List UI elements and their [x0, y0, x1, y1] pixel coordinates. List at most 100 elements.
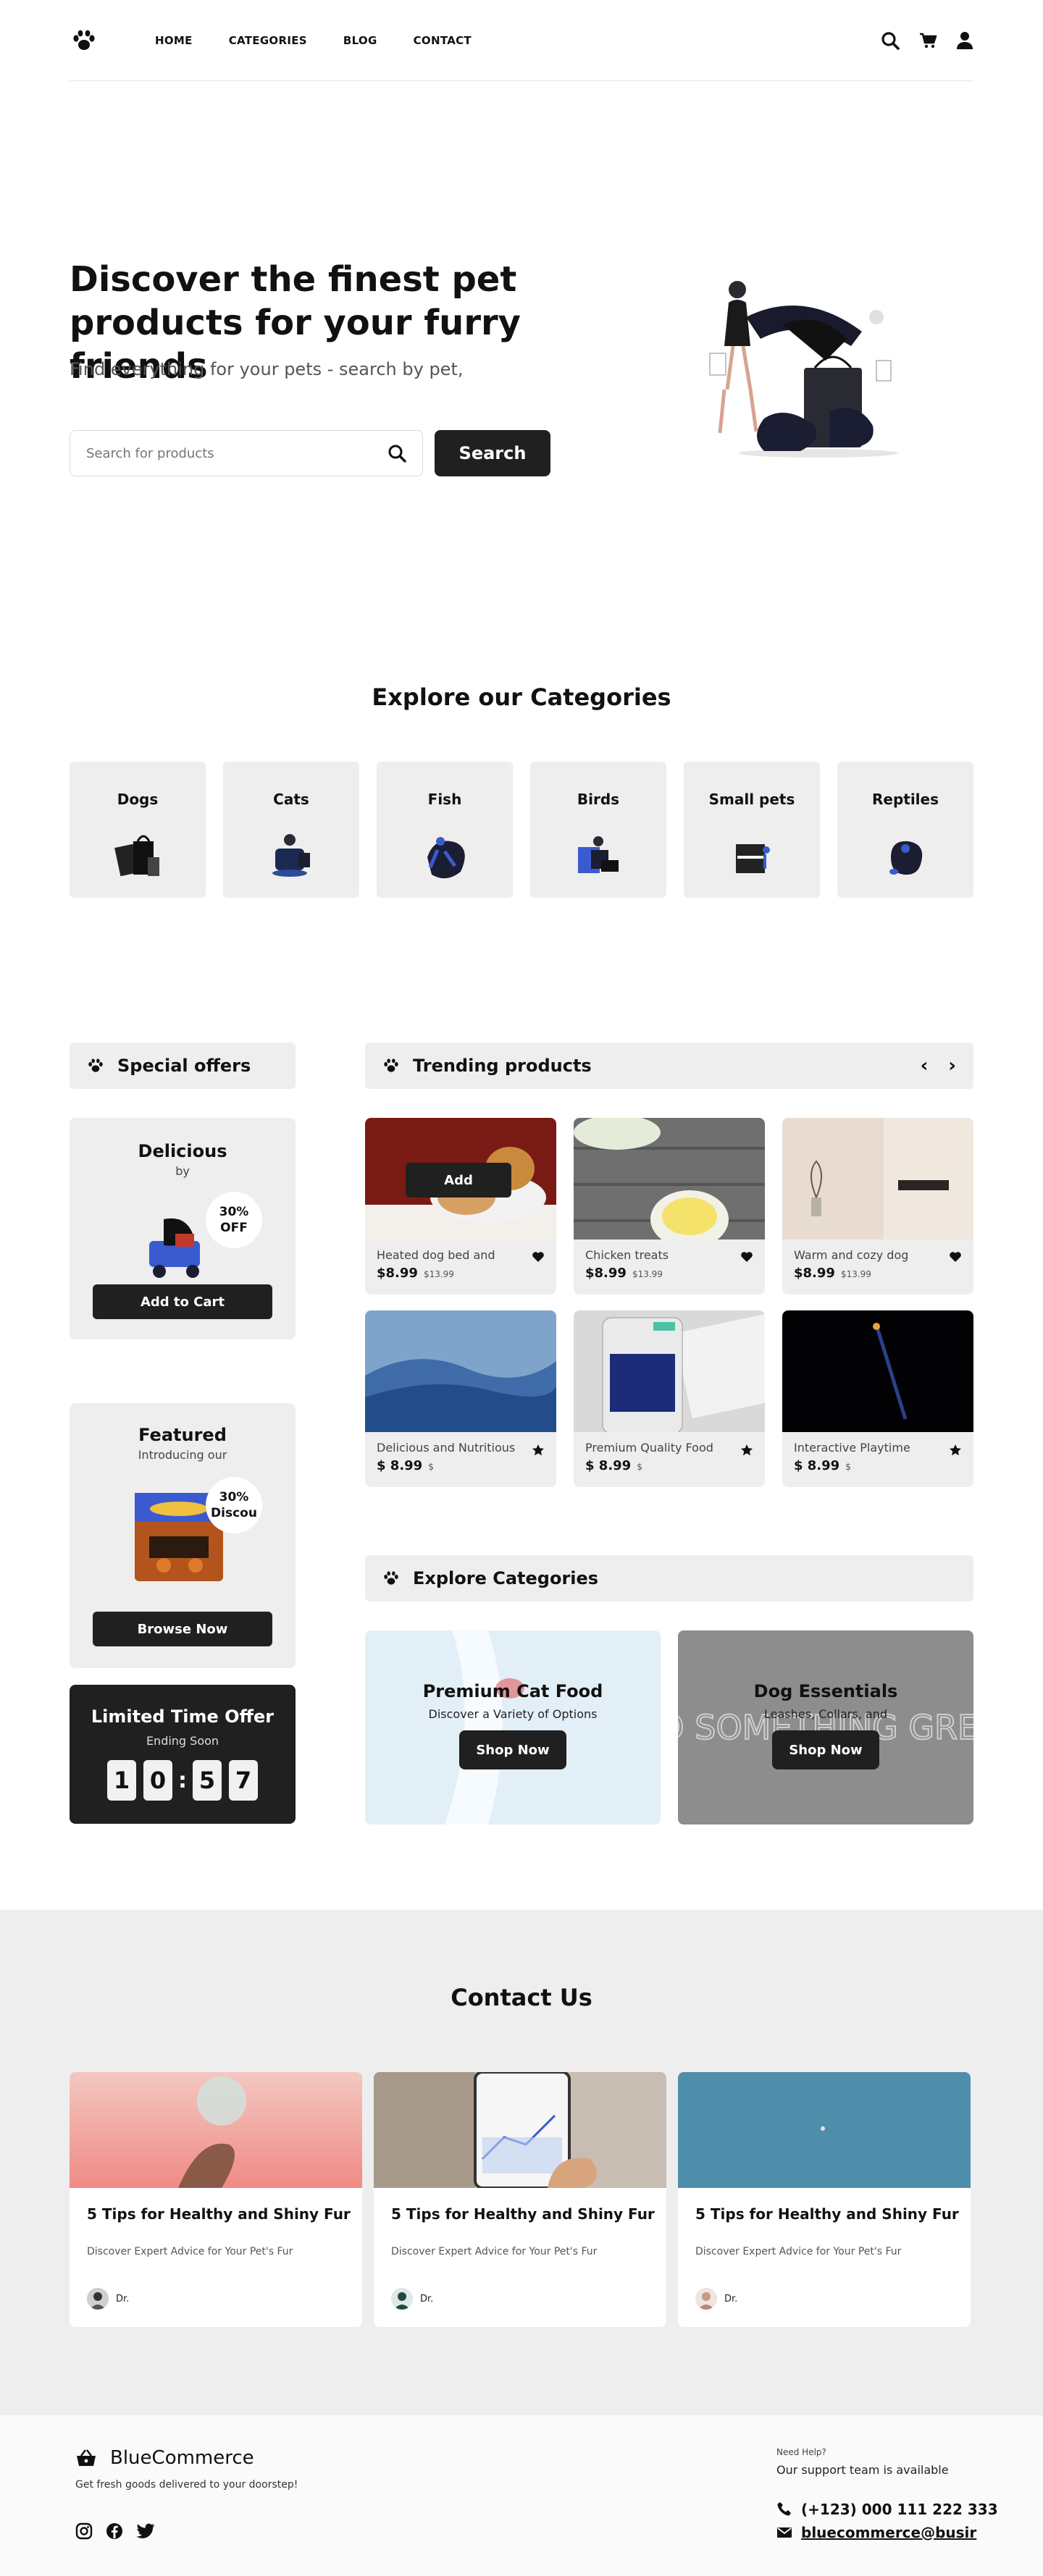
- category-card-small-pets[interactable]: Small pets: [684, 762, 820, 898]
- search-icon[interactable]: [881, 31, 900, 50]
- phone-chart-photo: [374, 2072, 666, 2188]
- trending-products-header: Trending products ‹ ›: [365, 1043, 973, 1089]
- heart-icon[interactable]: [949, 1251, 962, 1263]
- countdown-digit: 7: [229, 1760, 258, 1801]
- countdown-digit: 1: [107, 1760, 136, 1801]
- avatar: [695, 2288, 717, 2310]
- instagram-icon[interactable]: [75, 2522, 93, 2540]
- product-name: Premium Quality Food: [585, 1441, 713, 1455]
- chevron-left-icon[interactable]: ‹: [921, 1055, 929, 1077]
- paw-icon: [384, 1058, 398, 1072]
- product-price: $8.99 $13.99: [794, 1266, 871, 1281]
- discount-line-2: OFF: [220, 1221, 248, 1235]
- avatar: [391, 2288, 413, 2310]
- blog-author: Dr.: [724, 2294, 738, 2304]
- trending-products-title: Trending products: [413, 1056, 592, 1076]
- cart-icon[interactable]: [918, 31, 937, 50]
- product-price-value: $ 8.99: [585, 1458, 632, 1473]
- blog-description: Discover Expert Advice for Your Pet's Fu…: [391, 2246, 598, 2257]
- nav-icons: [881, 31, 973, 50]
- twitter-icon[interactable]: [136, 2522, 155, 2540]
- blog-card[interactable]: 5 Tips for Healthy and Shiny Fur Discove…: [374, 2072, 666, 2327]
- nav-link-home[interactable]: HOME: [155, 34, 193, 47]
- star-icon[interactable]: [532, 1444, 545, 1457]
- blog-title: 5 Tips for Healthy and Shiny Fur: [391, 2205, 655, 2223]
- banner-title: Dog Essentials: [753, 1681, 898, 1701]
- dark-sparkler-photo: [782, 1310, 973, 1432]
- offer-card-featured: Featured Introducing our 30% Discou Brows…: [70, 1403, 296, 1668]
- blog-title: 5 Tips for Healthy and Shiny Fur: [695, 2205, 959, 2223]
- product-name: Delicious and Nutritious: [377, 1441, 516, 1455]
- nav-links: HOME CATEGORIES BLOG CONTACT: [155, 34, 472, 47]
- discount-badge: 30% OFF: [206, 1192, 262, 1248]
- product-card[interactable]: Interactive Playtime $ 8.99 $: [782, 1310, 973, 1487]
- nav-link-blog[interactable]: BLOG: [343, 34, 377, 47]
- product-price: $ 8.99 $: [794, 1458, 851, 1473]
- footer-phone[interactable]: (+123) 000 111 222 333: [776, 2501, 998, 2518]
- snow-background-photo: [365, 1630, 661, 1824]
- timer-title: Limited Time Offer: [91, 1706, 275, 1727]
- search-icon[interactable]: [388, 444, 406, 463]
- product-card[interactable]: Warm and cozy dog $8.99 $13.99: [782, 1118, 973, 1295]
- discount-line-2: Discou: [211, 1506, 257, 1520]
- countdown-separator: :: [178, 1767, 187, 1793]
- category-card-dogs[interactable]: Dogs: [70, 762, 206, 898]
- chevron-right-icon[interactable]: ›: [948, 1055, 956, 1077]
- product-old-price: $13.99: [840, 1269, 871, 1279]
- product-old-price: $13.99: [632, 1269, 663, 1279]
- add-button[interactable]: Add: [406, 1163, 511, 1197]
- product-price-value: $8.99: [377, 1266, 418, 1281]
- explore-categories-header: Explore Categories: [365, 1555, 973, 1601]
- footer-brand[interactable]: BlueCommerce: [75, 2447, 254, 2469]
- hero-subtitle: Find everything for your pets - search b…: [70, 359, 464, 379]
- offer-card-delicious: Delicious by 30% OFF Add to Cart: [70, 1118, 296, 1339]
- product-price-value: $8.99: [794, 1266, 835, 1281]
- paw-icon: [384, 1571, 398, 1585]
- cozy-room-photo: [782, 1118, 973, 1239]
- category-card-reptiles[interactable]: Reptiles: [837, 762, 973, 898]
- hero-title-line-1: Discover the finest pet: [70, 259, 517, 300]
- paw-logo-icon[interactable]: [71, 28, 97, 54]
- search-input[interactable]: [86, 445, 388, 461]
- product-card[interactable]: Premium Quality Food $ 8.99 $: [574, 1310, 765, 1487]
- search-button[interactable]: Search: [435, 430, 550, 476]
- neon-sign-background: DO SOMETHING GREAT: [678, 1630, 973, 1824]
- blue-mountains-photo: [365, 1310, 556, 1432]
- carousel-arrows: ‹ ›: [921, 1055, 956, 1077]
- heart-icon[interactable]: [740, 1251, 753, 1263]
- banner-dog-essentials[interactable]: DO SOMETHING GREAT Dog Essentials Leashe…: [678, 1630, 973, 1824]
- category-label: Fish: [427, 791, 462, 808]
- category-card-cats[interactable]: Cats: [223, 762, 359, 898]
- product-card[interactable]: Chicken treats $8.99 $13.99: [574, 1118, 765, 1295]
- product-price-value: $8.99: [585, 1266, 627, 1281]
- footer-email[interactable]: bluecommerce@busir: [776, 2524, 976, 2541]
- banner-premium-cat-food[interactable]: Premium Cat Food Discover a Variety of O…: [365, 1630, 661, 1824]
- blog-card[interactable]: 5 Tips for Healthy and Shiny Fur Discove…: [70, 2072, 362, 2327]
- basket-icon: [77, 2449, 96, 2466]
- category-card-birds[interactable]: Birds: [530, 762, 666, 898]
- product-price: $ 8.99 $: [377, 1458, 434, 1473]
- shopping-woman-illustration: [709, 281, 898, 458]
- star-icon[interactable]: [740, 1444, 753, 1457]
- category-label: Dogs: [117, 791, 159, 808]
- blog-card[interactable]: 5 Tips for Healthy and Shiny Fur Discove…: [678, 2072, 971, 2327]
- offer-subtitle: Introducing our: [138, 1448, 227, 1462]
- product-name: Interactive Playtime: [794, 1441, 910, 1455]
- product-price-value: $ 8.99: [794, 1458, 840, 1473]
- footer-support-text: Our support team is available: [776, 2463, 949, 2477]
- star-icon[interactable]: [949, 1444, 962, 1457]
- nav-link-categories[interactable]: CATEGORIES: [229, 34, 307, 47]
- add-to-cart-button[interactable]: Add to Cart: [93, 1284, 272, 1319]
- user-icon[interactable]: [956, 31, 973, 50]
- shop-now-button[interactable]: Shop Now: [772, 1730, 879, 1769]
- contact-title: Contact Us: [451, 1984, 592, 2011]
- heart-icon[interactable]: [532, 1251, 545, 1263]
- browse-now-button[interactable]: Browse Now: [93, 1612, 272, 1646]
- product-name: Chicken treats: [585, 1248, 669, 1262]
- shop-now-button[interactable]: Shop Now: [459, 1730, 566, 1769]
- nav-link-contact[interactable]: CONTACT: [414, 34, 472, 47]
- product-card[interactable]: Delicious and Nutritious $ 8.99 $: [365, 1310, 556, 1487]
- facebook-icon[interactable]: [106, 2522, 123, 2540]
- product-card[interactable]: Add Heated dog bed and $8.99 $13.99: [365, 1118, 556, 1295]
- category-card-fish[interactable]: Fish: [377, 762, 513, 898]
